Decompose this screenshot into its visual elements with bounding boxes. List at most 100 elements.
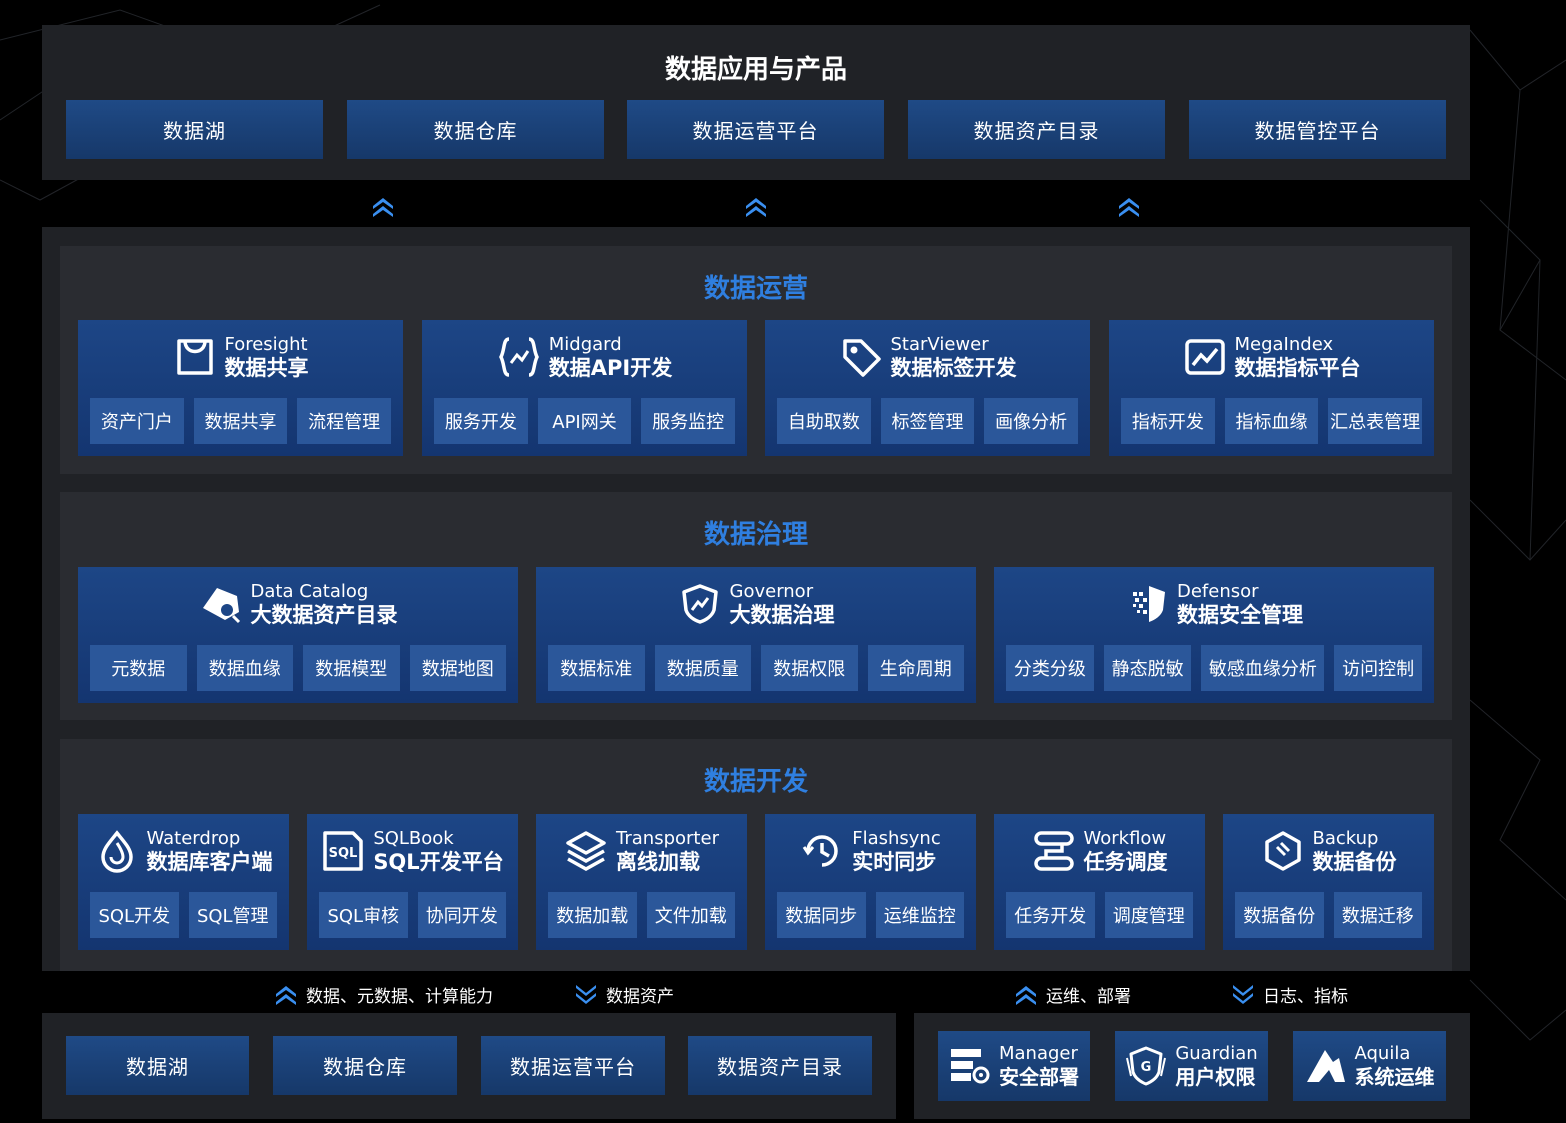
bottom-item-data-ops-platform[interactable]: 数据运营平台: [481, 1036, 665, 1095]
tool-guardian[interactable]: G Guardian 用户权限: [1115, 1031, 1268, 1101]
card-zh-name: 数据指标平台: [1234, 355, 1361, 380]
card-foresight[interactable]: Foresight 数据共享 资产门户 数据共享 流程管理: [78, 320, 403, 456]
card-workflow[interactable]: Workflow 任务调度 任务开发 调度管理: [994, 814, 1205, 950]
sub-item[interactable]: SQL审核: [319, 892, 408, 938]
flow-label: 数据资产: [574, 982, 674, 1007]
sub-item[interactable]: 数据质量: [654, 645, 751, 691]
card-en-name: Transporter: [616, 828, 719, 849]
api-icon: [497, 335, 541, 379]
sub-item[interactable]: 数据备份: [1235, 892, 1324, 938]
svg-text:SQL: SQL: [329, 846, 358, 861]
top-item-data-warehouse[interactable]: 数据仓库: [347, 100, 604, 159]
sync-clock-icon: [800, 829, 844, 873]
card-zh-name: 数据库客户端: [146, 849, 273, 874]
sub-item[interactable]: 生命周期: [867, 645, 964, 691]
card-en-name: Workflow: [1083, 828, 1167, 849]
sub-item[interactable]: 数据血缘: [196, 645, 293, 691]
sub-item[interactable]: 运维监控: [875, 892, 964, 938]
card-backup[interactable]: Backup 数据备份 数据备份 数据迁移: [1223, 814, 1434, 950]
bottom-item-data-asset-catalog[interactable]: 数据资产目录: [688, 1036, 872, 1095]
sub-item[interactable]: SQL开发: [90, 892, 179, 938]
sub-item[interactable]: 数据地图: [409, 645, 506, 691]
card-en-name: Foresight: [224, 334, 308, 355]
sub-item[interactable]: 数据模型: [303, 645, 400, 691]
sub-item[interactable]: SQL管理: [188, 892, 277, 938]
bottom-item-data-lake[interactable]: 数据湖: [66, 1036, 249, 1095]
chevron-up-icon: [1119, 198, 1139, 217]
tool-manager[interactable]: Manager 安全部署: [938, 1031, 1090, 1101]
card-zh-name: 数据标签开发: [890, 355, 1017, 380]
sub-item[interactable]: 调度管理: [1104, 892, 1193, 938]
sub-item[interactable]: 敏感血缘分析: [1201, 645, 1325, 691]
top-title: 数据应用与产品: [664, 55, 847, 85]
section-title: 数据治理: [703, 520, 808, 550]
top-panel: 数据应用与产品 数据湖 数据仓库 数据运营平台 数据资产目录 数据管控平台: [42, 25, 1470, 180]
tool-zh-name: 用户权限: [1175, 1064, 1256, 1089]
sub-item[interactable]: 访问控制: [1334, 645, 1423, 691]
flow-text: 运维、部署: [1046, 987, 1131, 1007]
trend-chart-icon: [1183, 335, 1227, 379]
card-zh-name: 数据安全管理: [1177, 602, 1303, 627]
layers-icon: [564, 829, 608, 873]
card-sqlbook[interactable]: SQL SQLBook SQL开发平台 SQL审核 协同开发: [307, 814, 518, 950]
top-item-data-control-platform[interactable]: 数据管控平台: [1189, 100, 1446, 159]
card-data-catalog[interactable]: Data Catalog 大数据资产目录 元数据 数据血缘 数据模型 数据地图: [78, 567, 518, 703]
top-item-data-ops-platform[interactable]: 数据运营平台: [627, 100, 884, 159]
chevron-down-icon: [576, 984, 596, 1004]
sub-item[interactable]: 指标血缘: [1224, 398, 1319, 444]
flow-label: 数据、元数据、计算能力: [274, 982, 493, 1007]
sub-item[interactable]: 协同开发: [417, 892, 506, 938]
card-en-name: Backup: [1312, 828, 1379, 849]
top-item-data-asset-catalog[interactable]: 数据资产目录: [908, 100, 1165, 159]
card-transporter[interactable]: Transporter 离线加载 数据加载 文件加载: [536, 814, 747, 950]
sub-item[interactable]: 任务开发: [1006, 892, 1095, 938]
sub-item[interactable]: 静态脱敏: [1103, 645, 1192, 691]
card-governor[interactable]: Governor 大数据治理 数据标准 数据质量 数据权限 生命周期: [536, 567, 976, 703]
sub-item[interactable]: 数据加载: [548, 892, 637, 938]
section-data-ops: 数据运营 Foresight 数据共享 资产门户 数据共享 流程管理 Midgar…: [60, 246, 1452, 474]
card-zh-name: 数据API开发: [548, 355, 673, 380]
sub-item[interactable]: 服务监控: [641, 398, 736, 444]
card-defensor[interactable]: Defensor 数据安全管理 分类分级 静态脱敏 敏感血缘分析 访问控制: [994, 567, 1434, 703]
card-waterdrop[interactable]: Waterdrop 数据库客户端 SQL开发 SQL管理: [78, 814, 289, 950]
sub-item[interactable]: 自助取数: [777, 398, 871, 444]
sub-item[interactable]: 画像分析: [984, 398, 1079, 444]
sub-item[interactable]: 指标开发: [1121, 398, 1215, 444]
tool-zh-name: 安全部署: [999, 1064, 1079, 1089]
sub-item[interactable]: 数据同步: [777, 892, 866, 938]
chevron-up-icon: [373, 198, 393, 217]
sub-item[interactable]: 文件加载: [646, 892, 735, 938]
section-title: 数据开发: [703, 767, 808, 797]
sub-item[interactable]: 数据迁移: [1333, 892, 1422, 938]
card-en-name: Data Catalog: [250, 581, 369, 602]
sub-item[interactable]: 分类分级: [1006, 645, 1094, 691]
card-midgard[interactable]: Midgard 数据API开发 服务开发 API网关 服务监控: [422, 320, 747, 456]
card-zh-name: 数据备份: [1312, 849, 1397, 874]
top-item-data-lake[interactable]: 数据湖: [66, 100, 323, 159]
tool-en-name: Guardian: [1175, 1043, 1258, 1065]
card-zh-name: 任务调度: [1083, 849, 1168, 874]
bag-icon: [173, 335, 217, 379]
chevron-up-icon: [276, 985, 296, 1005]
sub-item[interactable]: 元数据: [90, 645, 187, 691]
sub-item[interactable]: 数据标准: [548, 645, 645, 691]
flow-text: 数据、元数据、计算能力: [306, 987, 493, 1007]
sub-item[interactable]: 标签管理: [880, 398, 975, 444]
bottom-data-panel: 数据湖 数据仓库 数据运营平台 数据资产目录: [42, 1013, 896, 1119]
sub-item[interactable]: 流程管理: [297, 398, 392, 444]
card-flashsync[interactable]: Flashsync 实时同步 数据同步 运维监控: [765, 814, 976, 950]
svg-text:G: G: [1141, 1060, 1152, 1075]
card-megaindex[interactable]: MegaIndex 数据指标平台 指标开发 指标血缘 汇总表管理: [1109, 320, 1434, 456]
bottom-item-data-warehouse[interactable]: 数据仓库: [273, 1036, 457, 1095]
tool-aquila[interactable]: Aquila 系统运维: [1293, 1031, 1446, 1101]
card-zh-name: 实时同步: [852, 849, 937, 874]
sub-item[interactable]: API网关: [537, 398, 632, 444]
sub-item[interactable]: 数据共享: [193, 398, 288, 444]
card-starviewer[interactable]: StarViewer 数据标签开发 自助取数 标签管理 画像分析: [765, 320, 1090, 456]
card-zh-name: 大数据治理: [729, 602, 835, 627]
sub-item[interactable]: 汇总表管理: [1328, 398, 1423, 444]
sub-item[interactable]: 数据权限: [761, 645, 858, 691]
card-en-name: Waterdrop: [146, 828, 241, 849]
sub-item[interactable]: 资产门户: [90, 398, 184, 444]
sub-item[interactable]: 服务开发: [434, 398, 528, 444]
